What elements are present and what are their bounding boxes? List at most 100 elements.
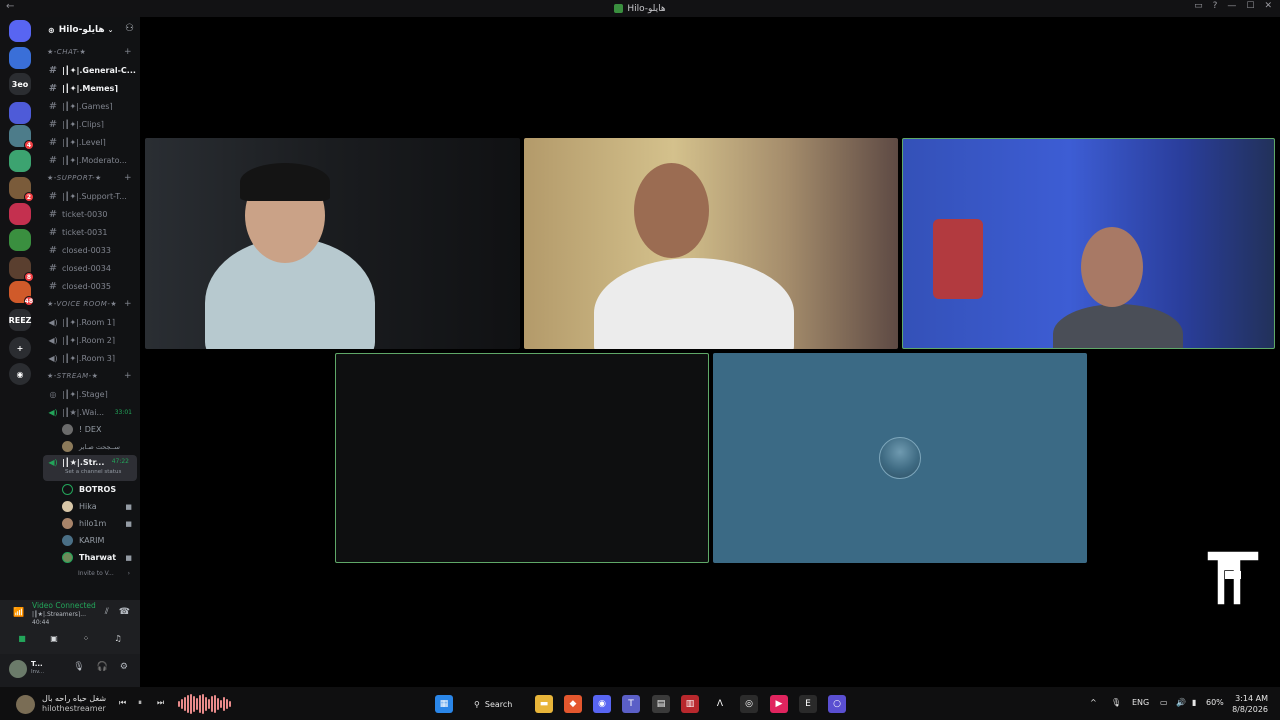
server-icon[interactable]: 8: [9, 257, 34, 282]
battery-icon[interactable]: ▮: [1192, 698, 1196, 707]
user-name: hilo1m: [79, 519, 107, 528]
camera-button[interactable]: ■: [8, 630, 36, 646]
screen-share-button[interactable]: ▣: [40, 630, 68, 646]
activities-button[interactable]: ⁘: [72, 630, 100, 646]
voice-channel[interactable]: ◀) |┃✦|.Room 2⌉: [40, 331, 140, 349]
text-channel[interactable]: # |┃✦|.Moderato...: [40, 151, 140, 169]
text-channel[interactable]: # ticket-0030: [40, 205, 140, 223]
pause-icon[interactable]: ⏸: [138, 698, 142, 708]
text-channel[interactable]: # |┃✦|.Memes⌉: [40, 79, 140, 97]
server-icon[interactable]: [9, 47, 31, 69]
signal-icon[interactable]: 📶: [13, 608, 24, 618]
text-channel[interactable]: # |┃✦|.Support-T...: [40, 187, 140, 205]
add-server-icon[interactable]: +: [9, 337, 31, 359]
language-indicator[interactable]: ENG: [1132, 698, 1149, 707]
discover-icon[interactable]: ◉: [9, 363, 31, 385]
epic-games-icon[interactable]: E: [799, 695, 817, 713]
server-icon[interactable]: [9, 229, 31, 251]
obs-icon[interactable]: ◎: [740, 695, 758, 713]
inbox-icon[interactable]: ▭: [1194, 1, 1203, 11]
add-channel-icon[interactable]: +: [124, 47, 132, 57]
category-voice[interactable]: ★-VOICE ROOM-★ +: [40, 295, 140, 313]
help-icon[interactable]: ?: [1213, 1, 1218, 11]
back-arrow-icon[interactable]: ←: [6, 1, 14, 12]
gear-icon[interactable]: ⚙: [120, 662, 128, 672]
chevron-up-icon[interactable]: ^: [1090, 698, 1097, 707]
channel-status[interactable]: Set a channel status: [65, 469, 121, 475]
server-icon[interactable]: [9, 150, 31, 172]
text-channel[interactable]: # |┃✦|.General-C...: [40, 61, 140, 79]
microphone-icon[interactable]: 🎙: [1111, 698, 1121, 707]
server-icon[interactable]: 48: [9, 281, 34, 306]
invite-to-voice[interactable]: Invite to V... ›: [40, 566, 140, 580]
noise-suppression-icon[interactable]: ⫽: [105, 607, 109, 617]
close-button[interactable]: ✕: [1264, 1, 1272, 11]
monitor-icon[interactable]: ▭: [1160, 698, 1168, 707]
next-icon[interactable]: ⏭: [157, 698, 164, 708]
previous-icon[interactable]: ⏮: [119, 698, 126, 708]
voicemeeter-icon[interactable]: ▥: [681, 695, 699, 713]
voice-channel[interactable]: ◀) |┃✦|.Room 1⌉: [40, 313, 140, 331]
text-channel[interactable]: # |┃✦|.Clips⌉: [40, 115, 140, 133]
server-icon[interactable]: [9, 20, 31, 42]
channel-stage[interactable]: ◎ |┃✦|.Stage⌉: [40, 385, 140, 403]
voice-user[interactable]: ســجحت صـابر: [40, 438, 140, 455]
server-icon[interactable]: 2: [9, 177, 34, 202]
volume-icon[interactable]: 🔊: [1176, 698, 1186, 707]
voice-user[interactable]: ! DEX: [40, 421, 140, 438]
server-icon[interactable]: [9, 102, 31, 124]
category-stream[interactable]: ★-STREAM-★ +: [40, 367, 140, 385]
add-channel-icon[interactable]: +: [124, 173, 132, 183]
media-thumbnail[interactable]: [16, 695, 35, 714]
windows-start-icon[interactable]: ▦: [435, 695, 453, 713]
taskbar-search[interactable]: ⚲ Search: [466, 695, 528, 713]
teams-icon[interactable]: T: [622, 695, 640, 713]
video-tile[interactable]: [524, 138, 898, 349]
add-channel-icon[interactable]: +: [124, 371, 132, 381]
text-channel[interactable]: # |┃✦|.Level⌉: [40, 133, 140, 151]
minimize-button[interactable]: —: [1227, 1, 1236, 11]
file-explorer-icon[interactable]: ▬: [535, 695, 553, 713]
headphones-icon[interactable]: 🎧: [97, 662, 108, 672]
disconnect-icon[interactable]: ☎: [119, 607, 130, 617]
channel-streamers[interactable]: ◀) |┃★|.Str... 47:22 Set a channel statu…: [43, 455, 137, 481]
text-channel[interactable]: # closed-0035: [40, 277, 140, 295]
video-tile[interactable]: [145, 138, 520, 349]
media-player-icon[interactable]: ▶: [770, 695, 788, 713]
discord-icon[interactable]: ◉: [593, 695, 611, 713]
video-tile[interactable]: [335, 353, 709, 563]
category-chat[interactable]: ★-CHAT-★ +: [40, 43, 140, 61]
maximize-button[interactable]: ☐: [1246, 1, 1254, 11]
text-channel[interactable]: # closed-0033: [40, 241, 140, 259]
voice-user[interactable]: Hika ■: [40, 498, 140, 515]
soundboard-button[interactable]: ♫: [104, 630, 132, 646]
video-tile[interactable]: [902, 138, 1275, 349]
app-a-icon[interactable]: Λ: [711, 695, 729, 713]
server-icon[interactable]: 3eo: [9, 73, 31, 95]
add-channel-icon[interactable]: +: [124, 299, 132, 309]
text-channel[interactable]: # ticket-0031: [40, 223, 140, 241]
voice-user[interactable]: hilo1m ■: [40, 515, 140, 532]
channel-waiting[interactable]: ◀) |┃★|.Wai... 33:01: [40, 403, 140, 421]
brave-browser-icon[interactable]: ◆: [564, 695, 582, 713]
voice-user[interactable]: KARIM: [40, 532, 140, 549]
cortana-icon[interactable]: ○: [828, 695, 846, 713]
voice-user[interactable]: BOTROS: [40, 481, 140, 498]
store-icon[interactable]: ▤: [652, 695, 670, 713]
invite-people-icon[interactable]: ⚇: [125, 23, 134, 34]
server-icon[interactable]: REEZ: [9, 309, 31, 331]
video-tile[interactable]: [713, 353, 1087, 563]
server-header[interactable]: ⊛ Hilo-هايلو ⌄ ⚇: [40, 17, 140, 43]
microphone-icon[interactable]: 🎙: [73, 662, 84, 672]
media-title[interactable]: شغل حياه راحه بال: [42, 694, 107, 703]
clock[interactable]: 3:14 AM 8/8/2026: [1232, 693, 1268, 715]
server-icon[interactable]: [9, 203, 31, 225]
voice-channel-name[interactable]: |┃★|.Streamers⌉...: [32, 611, 86, 618]
server-icon[interactable]: 4: [9, 125, 34, 150]
voice-channel[interactable]: ◀) |┃✦|.Room 3⌉: [40, 349, 140, 367]
text-channel[interactable]: # closed-0034: [40, 259, 140, 277]
avatar[interactable]: [9, 660, 27, 678]
voice-user[interactable]: Tharwat ■: [40, 549, 140, 566]
text-channel[interactable]: # |┃✦|.Games⌉: [40, 97, 140, 115]
category-support[interactable]: ★-SUPPORT-★ +: [40, 169, 140, 187]
